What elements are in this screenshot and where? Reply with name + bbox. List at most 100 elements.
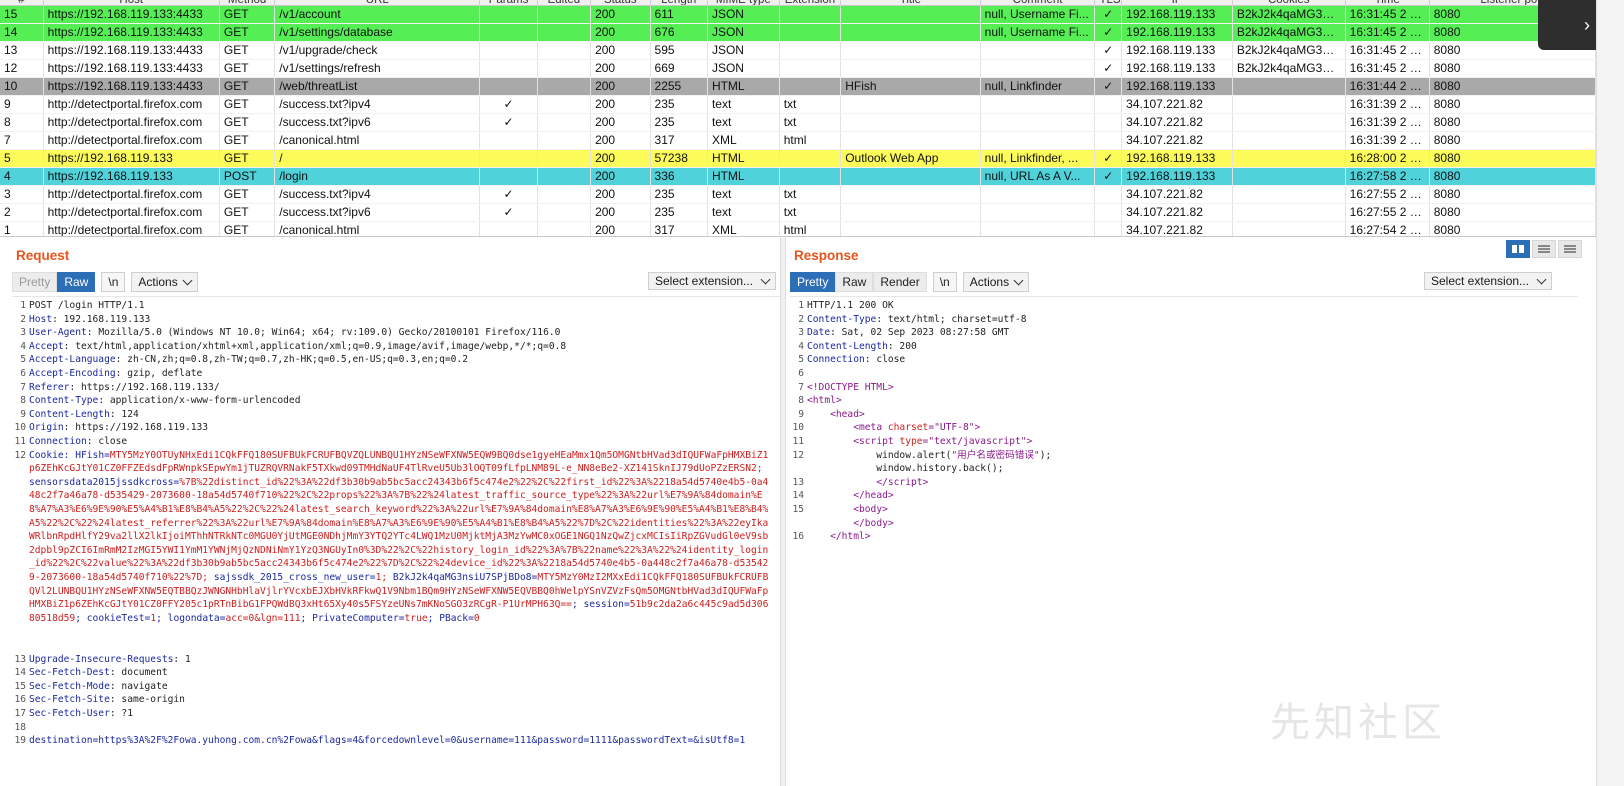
response-tab-pretty[interactable]: Pretty (790, 272, 836, 292)
table-row[interactable]: 10 https://192.168.119.133:4433 GET/web/th… (0, 77, 1596, 96)
tabs-layout-icon[interactable] (1558, 240, 1582, 258)
cell-ext (779, 167, 842, 186)
cell-edited (537, 221, 592, 236)
table-row[interactable]: 4 https://192.168.119.133 POST/login 200 336… (0, 167, 1596, 186)
code-line: <meta charset="UTF-8"> (853, 422, 981, 434)
cell-method: GET (219, 131, 276, 150)
header-value: : same-origin (109, 694, 185, 706)
cell-port: 8080 (1429, 95, 1596, 114)
request-newline-toggle[interactable]: \n (101, 272, 126, 292)
response-tab-raw[interactable]: Raw (835, 272, 874, 292)
cell-ip: 192.168.119.133 (1121, 167, 1233, 186)
cell-ip: 192.168.119.133 (1121, 59, 1233, 78)
cell-ip: 34.107.221.82 (1121, 131, 1233, 150)
select-extension-label: Select extension... (655, 274, 754, 288)
cell-id: 3 (0, 185, 44, 204)
request-tab-raw[interactable]: Raw (57, 272, 96, 292)
column-header[interactable]: Extension (779, 0, 842, 6)
cell-url: /canonical.html (274, 131, 481, 150)
cell-host: https://192.168.119.133:4433 (43, 41, 220, 60)
line-number: 15 (14, 680, 26, 692)
table-row[interactable]: 3 http://detectportal.firefox.com GET/succ… (0, 185, 1596, 204)
table-row[interactable]: 8 http://detectportal.firefox.com GET/succ… (0, 113, 1596, 132)
header-value: : 200 (887, 340, 917, 352)
response-select-extension[interactable]: Select extension... (1424, 272, 1552, 290)
cell-title (840, 95, 981, 114)
cookie-segment: acc=0&lgn=111 (225, 612, 301, 624)
cell-host: https://192.168.119.133:4433 (43, 23, 220, 42)
cell-status: 200 (590, 23, 651, 42)
cookie-segment: ; (300, 612, 313, 624)
header-name: Connection (807, 354, 865, 366)
line-number: 15 (792, 504, 804, 515)
code-line: <!DOCTYPE HTML> (807, 381, 894, 393)
table-row[interactable]: 2 http://detectportal.firefox.com GET/succ… (0, 203, 1596, 222)
response-title: Response (794, 248, 859, 263)
cell-mime: HTML (707, 149, 780, 168)
cell-status: 200 (590, 59, 651, 78)
code-line: HTTP/1.1 200 OK (807, 299, 1568, 313)
cell-edited (537, 113, 592, 132)
header-value: : zh-CN,zh;q=0.8,zh-TW;q=0.7,zh-HK;q=0.5… (115, 354, 468, 366)
response-tab-render[interactable]: Render (873, 272, 927, 292)
cell-ext: txt (779, 203, 842, 222)
request-editor[interactable]: 1 POST /login HTTP/1.1 2 Host: 192.168.119.… (12, 296, 780, 786)
column-header[interactable]: TLS (1094, 0, 1123, 6)
cell-status: 200 (590, 113, 651, 132)
cell-port: 8080 (1429, 167, 1596, 186)
table-row[interactable]: 14 https://192.168.119.133:4433 GET/v1/set… (0, 23, 1596, 42)
split-vertical-icon[interactable] (1532, 240, 1556, 258)
cell-comment: null, URL As A V... (980, 167, 1096, 186)
code-line: <body> (853, 504, 888, 515)
line-number: 7 (798, 381, 804, 393)
response-toolbar: Pretty Raw Render \n Actions (790, 272, 1030, 292)
table-row[interactable]: 1 http://detectportal.firefox.com GET/cano… (0, 221, 1596, 236)
cell-url: /success.txt?ipv6 (274, 113, 481, 132)
cell-port: 8080 (1429, 77, 1596, 96)
table-row[interactable]: 12 https://192.168.119.133:4433 GET/v1/set… (0, 59, 1596, 78)
cell-id: 4 (0, 167, 44, 186)
table-row[interactable]: 7 http://detectportal.firefox.com GET/cano… (0, 131, 1596, 150)
header-value: : Mozilla/5.0 (Windows NT 10.0; Win64; x… (86, 327, 561, 339)
code-line: Host: 192.168.119.133 (29, 313, 770, 327)
response-editor[interactable]: 1 HTTP/1.1 200 OK 2 Content-Type: text/html… (790, 296, 1578, 786)
request-title: Request (16, 248, 70, 263)
cell-status: 200 (590, 95, 651, 114)
table-row[interactable]: 9 http://detectportal.firefox.com GET/succ… (0, 95, 1596, 114)
cell-port: 8080 (1429, 113, 1596, 132)
line-number: 5 (798, 354, 804, 366)
cell-ext (779, 23, 842, 42)
response-actions-dropdown[interactable]: Actions (962, 272, 1030, 292)
cell-tls (1094, 113, 1123, 132)
cell-cookies (1232, 149, 1346, 168)
cell-tls: ✓ (1094, 167, 1123, 186)
split-horizontal-icon[interactable] (1506, 240, 1530, 258)
request-select-extension[interactable]: Select extension... (648, 272, 776, 290)
header-value: : gzip, deflate (115, 368, 203, 379)
cell-port: 8080 (1429, 59, 1596, 78)
cookie-segment: logondata (167, 612, 220, 624)
code-line: </body> (853, 517, 894, 529)
table-row[interactable]: 15 https://192.168.119.133:4433 GET/v1/acc… (0, 5, 1596, 24)
header-name: Date (807, 327, 831, 339)
header-value: : ?1 (109, 708, 133, 719)
header-value: : navigate (109, 680, 168, 692)
cell-params: ✓ (479, 95, 538, 114)
code-line: <html> (807, 395, 842, 407)
cell-params (479, 59, 538, 78)
column-header[interactable]: MIME type (707, 0, 780, 6)
cell-length: 235 (650, 203, 708, 222)
table-row[interactable]: 5 https://192.168.119.133 GET/ 200 57238 HTML… (0, 149, 1596, 168)
cell-host: https://192.168.119.133:4433 (43, 59, 220, 78)
cookie-segment: sensorsdata2015jssdkcross (29, 476, 174, 488)
cell-status: 200 (590, 185, 651, 204)
cell-host: https://192.168.119.133:4433 (43, 5, 220, 24)
expand-panel-button[interactable]: › (1538, 0, 1596, 50)
request-actions-dropdown[interactable]: Actions (131, 272, 198, 292)
status-line: HTTP/1.1 200 OK (807, 300, 894, 311)
response-newline-toggle[interactable]: \n (932, 272, 957, 292)
cell-edited (537, 77, 592, 96)
cell-tls (1094, 131, 1123, 150)
table-row[interactable]: 13 https://192.168.119.133:4433 GET/v1/upg… (0, 41, 1596, 60)
request-tab-pretty[interactable]: Pretty (12, 272, 58, 292)
